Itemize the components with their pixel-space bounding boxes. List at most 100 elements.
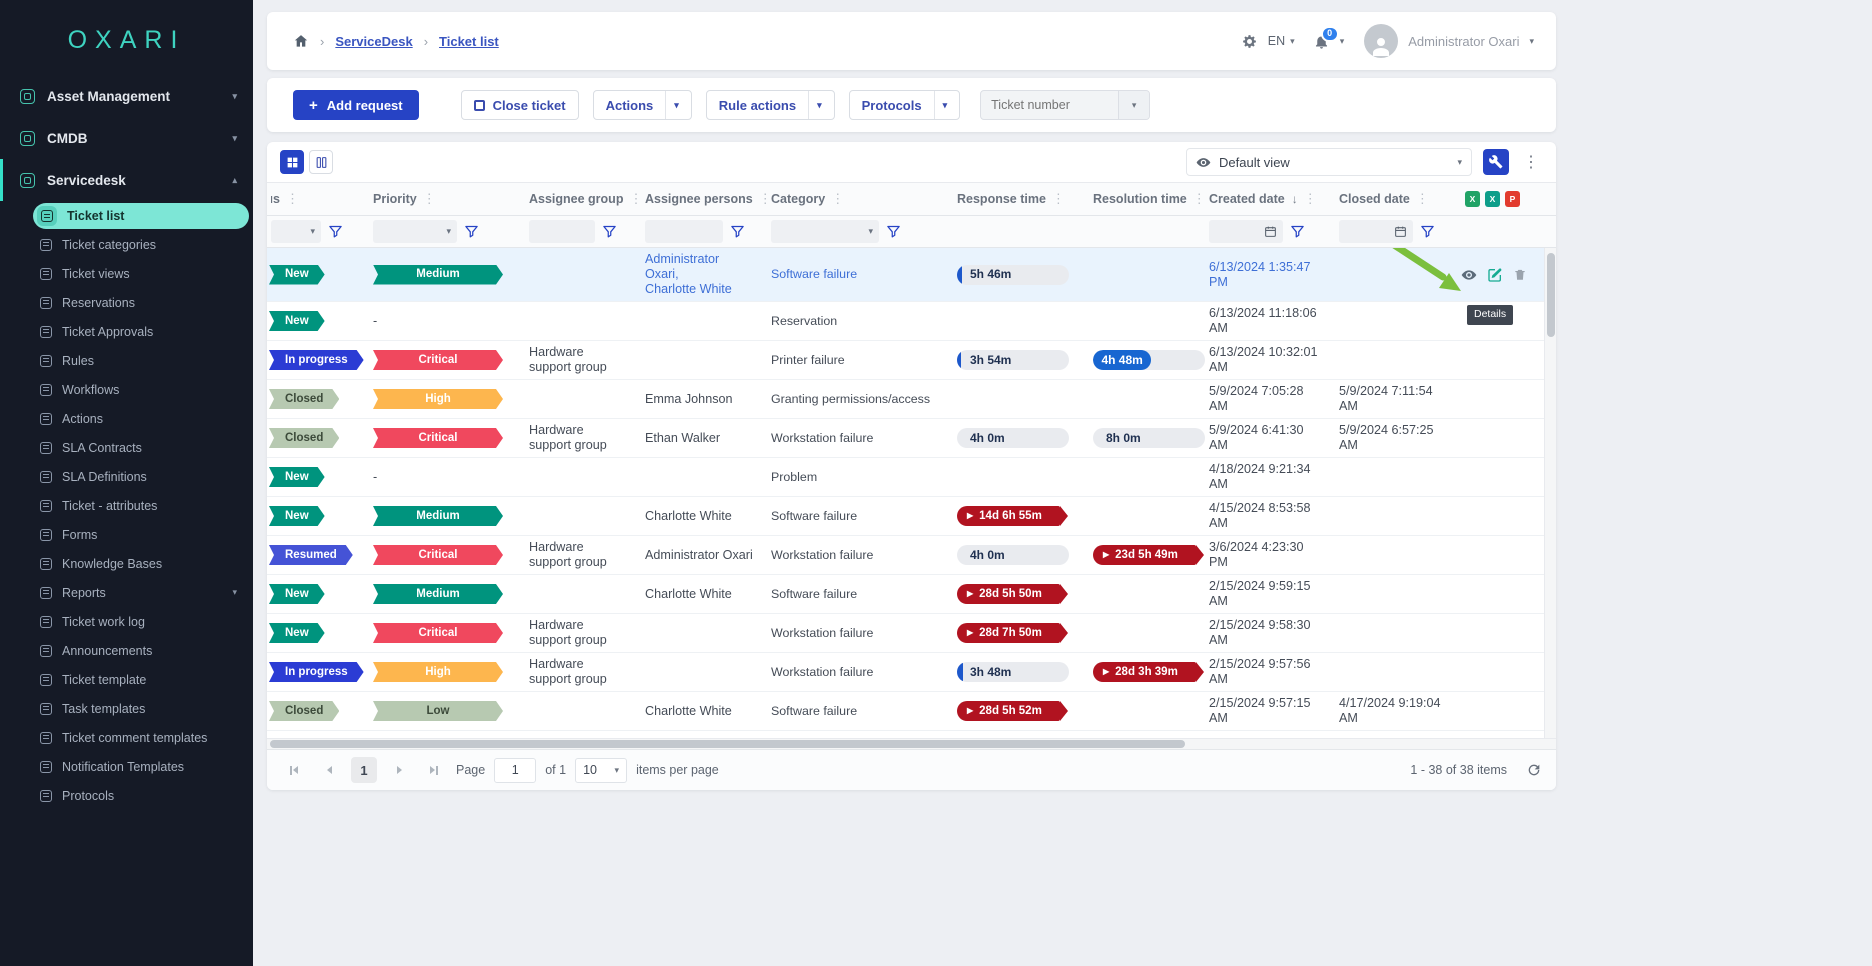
- filter-input[interactable]: [529, 220, 595, 243]
- assignee-person-link[interactable]: Administrator Oxari,: [645, 252, 753, 282]
- last-page-button[interactable]: [421, 757, 447, 783]
- column-header-resolution-time[interactable]: Resolution time⋮: [1083, 183, 1199, 215]
- sidebar-item-rules[interactable]: Rules: [0, 346, 253, 375]
- column-header-response-time[interactable]: Response time⋮: [947, 183, 1083, 215]
- horizontal-scrollbar-thumb[interactable]: [270, 740, 1185, 748]
- sidebar-item-cmdb[interactable]: CMDB▾: [0, 117, 253, 159]
- sidebar-item-ticket-categories[interactable]: Ticket categories: [0, 230, 253, 259]
- filter-dropdown[interactable]: ▾: [271, 220, 321, 243]
- grid-menu-kebab-icon[interactable]: ⋮: [1520, 152, 1542, 172]
- column-header-assignee-group[interactable]: Assignee group⋮: [519, 183, 635, 215]
- sidebar-item-knowledge-bases[interactable]: Knowledge Bases: [0, 549, 253, 578]
- sidebar-item-reservations[interactable]: Reservations: [0, 288, 253, 317]
- close-ticket-button[interactable]: Close ticket: [461, 90, 579, 120]
- table-row[interactable]: NewMediumAdministrator Oxari,Charlotte W…: [267, 248, 1556, 302]
- sidebar-item-announcements[interactable]: Announcements: [0, 636, 253, 665]
- sidebar-item-ticket-work-log[interactable]: Ticket work log: [0, 607, 253, 636]
- page-size-select[interactable]: 10▾: [575, 758, 627, 783]
- table-row[interactable]: In progressHighHardware support groupWor…: [267, 653, 1556, 692]
- column-menu-icon[interactable]: ⋮: [286, 191, 299, 207]
- pdf-export-icon[interactable]: P: [1505, 191, 1520, 207]
- sidebar-item-sla-definitions[interactable]: SLA Definitions: [0, 462, 253, 491]
- column-header-status[interactable]: Status⋮: [267, 183, 363, 215]
- page-number-input[interactable]: [494, 758, 536, 783]
- assignee-person-link[interactable]: Charlotte White: [645, 282, 753, 297]
- prev-page-button[interactable]: [316, 757, 342, 783]
- table-row[interactable]: ResumedCriticalHardware support groupAdm…: [267, 536, 1556, 575]
- view-selector[interactable]: Default view ▾: [1186, 148, 1472, 176]
- refresh-icon[interactable]: [1526, 762, 1542, 778]
- home-icon[interactable]: [293, 33, 309, 49]
- sidebar-item-ticket-approvals[interactable]: Ticket Approvals: [0, 317, 253, 346]
- filter-funnel-icon[interactable]: [730, 224, 745, 239]
- ticket-number-input[interactable]: [981, 91, 1118, 119]
- sidebar-item-protocols[interactable]: Protocols: [0, 781, 253, 810]
- filter-input[interactable]: [645, 220, 723, 243]
- sidebar-item-task-templates[interactable]: Task templates: [0, 694, 253, 723]
- first-page-button[interactable]: [281, 757, 307, 783]
- filter-funnel-icon[interactable]: [602, 224, 617, 239]
- settings-gear-icon[interactable]: [1241, 33, 1258, 50]
- edit-icon[interactable]: [1487, 267, 1503, 283]
- sidebar-item-ticket-comment-templates[interactable]: Ticket comment templates: [0, 723, 253, 752]
- column-header-assignee-persons[interactable]: Assignee persons⋮: [635, 183, 761, 215]
- table-row[interactable]: NewMediumCharlotte WhiteSoftware failure…: [267, 575, 1556, 614]
- sidebar-item-notification-templates[interactable]: Notification Templates: [0, 752, 253, 781]
- chevron-down-icon[interactable]: ▾: [1340, 36, 1345, 47]
- vertical-scrollbar-thumb[interactable]: [1547, 253, 1555, 337]
- filter-date-input[interactable]: [1209, 220, 1283, 243]
- breadcrumb-servicedesk[interactable]: ServiceDesk: [335, 34, 412, 49]
- csv-export-icon[interactable]: X: [1485, 191, 1500, 207]
- notifications-button[interactable]: 0: [1313, 33, 1330, 50]
- add-request-button[interactable]: +Add request: [293, 90, 419, 120]
- column-menu-icon[interactable]: ⋮: [831, 191, 844, 207]
- sidebar-item-ticket-views[interactable]: Ticket views: [0, 259, 253, 288]
- page-1-button[interactable]: 1: [351, 757, 377, 783]
- table-row[interactable]: NewCriticalHardware support groupWorksta…: [267, 614, 1556, 653]
- language-selector[interactable]: EN▾: [1268, 34, 1295, 48]
- sidebar-item-asset-management[interactable]: Asset Management▾: [0, 75, 253, 117]
- table-row[interactable]: New-Reservation6/13/2024 11:18:06 AM: [267, 302, 1556, 341]
- grid-view-button[interactable]: [280, 150, 304, 174]
- filter-funnel-icon[interactable]: [328, 224, 343, 239]
- table-row[interactable]: NewMedium▶: [267, 731, 1556, 738]
- column-menu-icon[interactable]: ⋮: [1304, 191, 1317, 207]
- column-view-button[interactable]: [309, 150, 333, 174]
- filter-funnel-icon[interactable]: [464, 224, 479, 239]
- user-menu-chevron[interactable]: ▾: [1529, 36, 1534, 47]
- delete-icon[interactable]: [1513, 267, 1527, 282]
- filter-dropdown[interactable]: ▾: [771, 220, 879, 243]
- column-menu-icon[interactable]: ⋮: [423, 191, 436, 207]
- filter-date-input[interactable]: [1339, 220, 1413, 243]
- filter-dropdown[interactable]: ▾: [373, 220, 457, 243]
- column-menu-icon[interactable]: ⋮: [1416, 191, 1429, 207]
- rule-actions-dropdown[interactable]: Rule actions▾: [706, 90, 835, 120]
- table-row[interactable]: ClosedHighEmma JohnsonGranting permissio…: [267, 380, 1556, 419]
- sidebar-item-ticket-template[interactable]: Ticket template: [0, 665, 253, 694]
- column-header-created-date[interactable]: Created date↓⋮: [1199, 183, 1329, 215]
- sidebar-item-reports[interactable]: Reports▾: [0, 578, 253, 607]
- sidebar-item-workflows[interactable]: Workflows: [0, 375, 253, 404]
- table-row[interactable]: New-Problem4/18/2024 9:21:34 AM: [267, 458, 1556, 497]
- table-row[interactable]: ClosedCriticalHardware support groupEtha…: [267, 419, 1556, 458]
- actions-dropdown[interactable]: Actions▾: [593, 90, 692, 120]
- breadcrumb-ticket-list[interactable]: Ticket list: [439, 34, 499, 49]
- filter-funnel-icon[interactable]: [886, 224, 901, 239]
- sidebar-item-ticket-attributes[interactable]: Ticket - attributes: [0, 491, 253, 520]
- excel-export-icon[interactable]: X: [1465, 191, 1480, 207]
- sidebar-item-servicedesk[interactable]: Servicedesk▴: [0, 159, 253, 201]
- column-menu-icon[interactable]: ⋮: [1052, 191, 1065, 207]
- grid-settings-wrench-button[interactable]: [1483, 149, 1509, 175]
- filter-funnel-icon[interactable]: [1420, 224, 1435, 239]
- column-header-priority[interactable]: Priority⋮: [363, 183, 519, 215]
- table-row[interactable]: ClosedLowCharlotte WhiteSoftware failure…: [267, 692, 1556, 731]
- sidebar-item-forms[interactable]: Forms: [0, 520, 253, 549]
- avatar[interactable]: [1364, 24, 1398, 58]
- category-text[interactable]: Software failure: [771, 267, 857, 282]
- next-page-button[interactable]: [386, 757, 412, 783]
- column-header-closed-date[interactable]: Closed date⋮: [1329, 183, 1455, 215]
- view-details-icon[interactable]: [1461, 267, 1477, 283]
- filter-funnel-icon[interactable]: [1290, 224, 1305, 239]
- sidebar-item-ticket-list[interactable]: Ticket list: [33, 203, 249, 229]
- table-row[interactable]: NewMediumCharlotte WhiteSoftware failure…: [267, 497, 1556, 536]
